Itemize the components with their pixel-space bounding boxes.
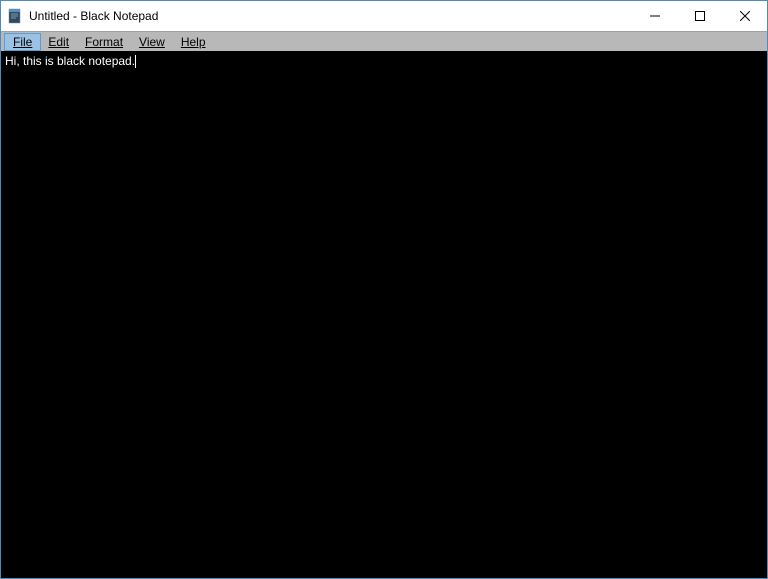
maximize-button[interactable] <box>677 1 722 31</box>
editor-content: Hi, this is black notepad. <box>5 54 135 68</box>
window-controls <box>632 1 767 31</box>
close-button[interactable] <box>722 1 767 31</box>
editor-area[interactable]: Hi, this is black notepad. <box>1 51 767 578</box>
menu-format-label: Format <box>85 35 123 49</box>
text-cursor <box>135 55 136 68</box>
titlebar: Untitled - Black Notepad <box>1 1 767 31</box>
menu-help-label: Help <box>181 35 206 49</box>
menu-view-label: View <box>139 35 165 49</box>
menu-file[interactable]: File <box>5 34 40 50</box>
window-title: Untitled - Black Notepad <box>29 9 632 23</box>
menubar: File Edit Format View Help <box>1 31 767 51</box>
menu-file-label: File <box>13 35 32 49</box>
menu-edit[interactable]: Edit <box>40 34 77 50</box>
app-icon <box>7 8 23 24</box>
menu-view[interactable]: View <box>131 34 173 50</box>
menu-edit-label: Edit <box>48 35 69 49</box>
menu-format[interactable]: Format <box>77 34 131 50</box>
menu-help[interactable]: Help <box>173 34 214 50</box>
minimize-button[interactable] <box>632 1 677 31</box>
